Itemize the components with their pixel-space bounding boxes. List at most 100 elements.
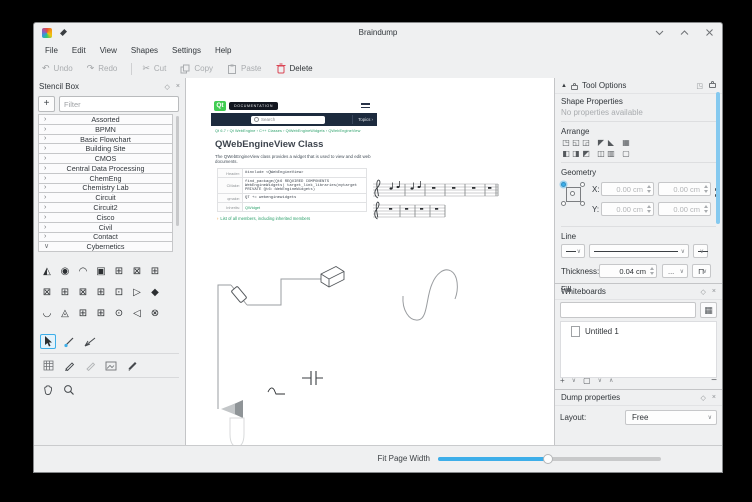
paste-button[interactable]: Paste — [227, 64, 261, 74]
undo-button[interactable]: ↶Undo — [42, 64, 73, 73]
add-stencil-button[interactable]: + — [38, 96, 55, 112]
gradient-tool[interactable] — [82, 358, 98, 373]
align-bottom-icon[interactable]: ◣ — [606, 138, 616, 147]
move-down-icon[interactable]: ∨ — [598, 377, 602, 384]
stencil-shape-icon[interactable]: ⊞ — [58, 285, 72, 300]
menu-help[interactable]: Help — [208, 44, 238, 57]
minimize-button[interactable] — [655, 28, 664, 37]
align-top-icon[interactable]: ◤ — [596, 138, 606, 147]
add-whiteboard-button[interactable]: + — [560, 376, 565, 385]
stencil-shape-icon[interactable]: ◁ — [130, 306, 144, 321]
close-panel-icon[interactable]: × — [712, 288, 716, 295]
anchor-top-right[interactable] — [580, 182, 585, 187]
whiteboard-canvas[interactable]: Qt DOCUMENTATION Search Topics › Qt 6.7 … — [186, 78, 554, 445]
layout-dropdown[interactable]: Free ∨ — [625, 410, 717, 425]
cap-style-combo[interactable]: ⊓ ∨ — [692, 264, 711, 278]
y-position-field[interactable]: 0.00 cm — [601, 202, 654, 216]
menu-edit[interactable]: Edit — [65, 44, 93, 57]
select-tool[interactable] — [40, 334, 56, 349]
collapse-icon[interactable]: ▲ — [561, 83, 567, 89]
duplicate-whiteboard-icon[interactable]: ▢ — [583, 376, 591, 385]
lower-icon[interactable]: ◱ — [571, 138, 581, 147]
arrow-shape[interactable] — [221, 400, 243, 418]
delete-button[interactable]: Delete — [276, 63, 313, 74]
stencil-shape-icon[interactable]: ◠ — [76, 264, 90, 279]
stencil-list-scrollbar[interactable] — [176, 116, 179, 226]
box-3d-shape[interactable] — [321, 267, 344, 288]
stencil-shape-icon[interactable]: ▣ — [94, 264, 108, 279]
anchor-bottom-left[interactable] — [561, 201, 566, 206]
stencil-shape-icon[interactable]: ⊞ — [112, 264, 126, 279]
line-style-combo[interactable]: ... ∨ — [662, 264, 688, 278]
stencil-shape-icon[interactable]: ◉ — [58, 264, 72, 279]
stencil-shape-icon[interactable]: ⊠ — [40, 285, 54, 300]
raise-icon[interactable]: ◳ — [561, 138, 571, 147]
pencil-tool[interactable] — [124, 358, 140, 373]
stencil-shape-icon[interactable]: ⊙ — [112, 306, 126, 321]
music-staff-shape[interactable] — [373, 180, 498, 198]
switch-shape[interactable] — [268, 388, 285, 394]
stencil-shape-icon[interactable]: ⊠ — [76, 285, 90, 300]
grid-tool[interactable] — [40, 358, 56, 373]
height-field[interactable]: 0.00 cm — [658, 202, 711, 216]
move-up-icon[interactable]: ∧ — [609, 377, 613, 384]
tube-shape[interactable] — [230, 418, 244, 445]
whiteboards-list[interactable]: Untitled 1 — [560, 321, 717, 378]
whiteboard-name-input[interactable] — [560, 302, 696, 318]
float-panel-icon[interactable]: ◇ — [165, 83, 170, 91]
pan-tool[interactable] — [40, 382, 56, 397]
stencil-shape-icon[interactable]: ⊞ — [76, 306, 90, 321]
view-mode-button[interactable]: ▦ — [700, 302, 717, 318]
close-panel-icon[interactable]: × — [712, 394, 716, 401]
width-field[interactable]: 0.00 cm — [658, 182, 711, 196]
distribute-h-icon[interactable]: ◫ — [596, 149, 606, 158]
stencil-shape-icon[interactable]: ⊞ — [94, 306, 108, 321]
stencil-shape-icon[interactable]: ⊡ — [112, 285, 126, 300]
music-staff-shape[interactable] — [373, 202, 445, 219]
resistor-shape[interactable] — [231, 285, 247, 305]
sine-curve-shape[interactable] — [403, 270, 457, 320]
line-start-marker-dropdown[interactable]: ∨ — [561, 244, 585, 258]
detach-panel-icon[interactable]: ◳ — [696, 82, 703, 90]
zoom-slider-handle[interactable] — [543, 454, 553, 464]
ungroup-icon[interactable]: ▢ — [621, 149, 631, 158]
whiteboard-list-item[interactable]: Untitled 1 — [561, 322, 716, 337]
align-center-icon[interactable]: ◨ — [571, 149, 581, 158]
menu-file[interactable]: File — [38, 44, 65, 57]
menu-settings[interactable]: Settings — [165, 44, 208, 57]
tool-options-scrollbar[interactable] — [716, 92, 720, 224]
line-style-dropdown[interactable]: ∨ — [589, 244, 689, 258]
stencil-shape-icon[interactable]: ◭ — [40, 264, 54, 279]
anchor-bottom-right[interactable] — [580, 201, 585, 206]
stencil-shape-icon[interactable]: ⊞ — [94, 285, 108, 300]
zoom-slider[interactable] — [438, 457, 661, 461]
line-tool[interactable] — [61, 334, 77, 349]
anchor-point-selector[interactable] — [561, 182, 585, 206]
redo-button[interactable]: ↷Redo — [87, 64, 118, 73]
chevron-down-icon[interactable]: ∨ — [572, 377, 576, 384]
close-panel-icon[interactable]: × — [176, 83, 180, 91]
stencil-shape-icon[interactable]: ◬ — [58, 306, 72, 321]
stencil-shape-icon[interactable]: ◡ — [40, 306, 54, 321]
stencil-shape-icon[interactable]: ⊞ — [148, 264, 162, 279]
stencil-shape-icon[interactable]: ◆ — [148, 285, 162, 300]
thickness-field[interactable]: 0.04 cm — [599, 264, 657, 278]
copy-button[interactable]: Copy — [180, 64, 213, 74]
bring-front-icon[interactable]: ◲ — [581, 138, 591, 147]
x-position-field[interactable]: 0.00 cm — [601, 182, 654, 196]
distribute-v-icon[interactable]: ▥ — [606, 149, 616, 158]
calligraphy-tool[interactable] — [61, 358, 77, 373]
group-icon[interactable]: ▦ — [621, 138, 631, 147]
line-end-marker-dropdown[interactable]: ∨ — [693, 244, 708, 258]
align-right-icon[interactable]: ◩ — [581, 149, 591, 158]
anchor-center[interactable] — [570, 191, 575, 196]
stencil-filter-input[interactable] — [59, 96, 179, 112]
pin-lock-icon[interactable] — [709, 83, 716, 88]
stencil-shape-icon[interactable]: ⊗ — [148, 306, 162, 321]
menu-view[interactable]: View — [93, 44, 124, 57]
float-panel-icon[interactable]: ◇ — [701, 288, 706, 296]
stencil-shape-icon[interactable]: ▷ — [130, 285, 144, 300]
align-left-icon[interactable]: ◧ — [561, 149, 571, 158]
frame-tool[interactable] — [103, 358, 119, 373]
close-button[interactable] — [705, 28, 714, 37]
